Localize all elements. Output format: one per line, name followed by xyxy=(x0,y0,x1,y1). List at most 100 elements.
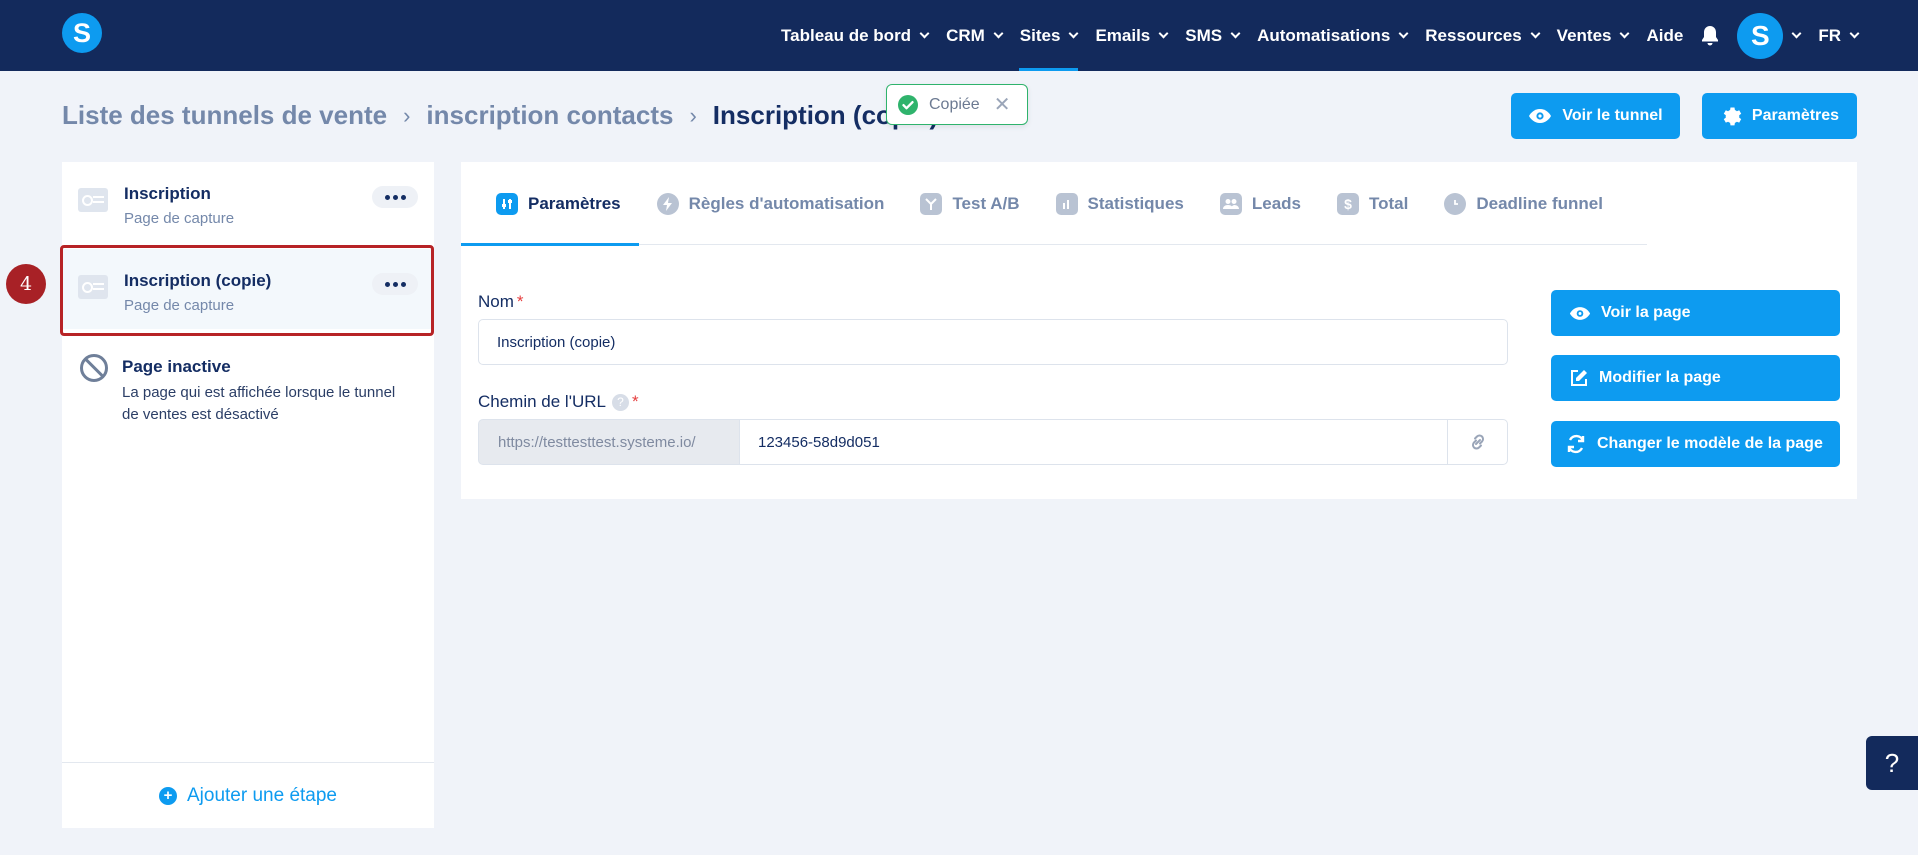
url-path-input[interactable]: 123456-58d9d051 xyxy=(740,419,1449,465)
tab-settings[interactable]: Paramètres xyxy=(461,162,639,246)
dollar-icon: $ xyxy=(1337,192,1359,215)
nav-item-sales[interactable]: Ventes xyxy=(1548,0,1638,71)
chevron-right-icon: › xyxy=(689,102,697,128)
name-label-text: Nom xyxy=(478,292,514,311)
button-label: Voir le tunnel xyxy=(1562,107,1663,124)
users-icon xyxy=(1219,192,1242,215)
refresh-icon xyxy=(1567,434,1585,454)
tab-label: Règles d'automatisation xyxy=(688,193,885,213)
bell-icon[interactable] xyxy=(1692,0,1728,71)
name-input[interactable]: Inscription (copie) xyxy=(478,319,1508,365)
edit-icon xyxy=(1571,370,1587,386)
prohibited-icon xyxy=(80,354,108,382)
nav-item-resources[interactable]: Ressources xyxy=(1416,0,1547,71)
breadcrumb: Liste des tunnels de vente › inscription… xyxy=(62,100,938,131)
check-circle-icon xyxy=(898,94,918,115)
view-funnel-button[interactable]: Voir le tunnel xyxy=(1511,93,1680,139)
chevron-down-icon xyxy=(1230,28,1241,39)
step-type: Page de capture xyxy=(124,210,235,227)
more-options-button[interactable] xyxy=(372,186,418,208)
link-icon xyxy=(1471,434,1484,450)
avatar: S xyxy=(1737,12,1784,59)
nav-item-help[interactable]: Aide xyxy=(1637,0,1692,71)
tab-label: Test A/B xyxy=(952,193,1020,213)
name-label: Nom * xyxy=(478,292,524,312)
nav-label: SMS xyxy=(1185,25,1223,45)
help-icon[interactable]: ? xyxy=(611,394,629,412)
name-input-value: Inscription (copie) xyxy=(497,333,616,351)
button-label: Paramètres xyxy=(1751,107,1840,124)
tab-statistics[interactable]: Statistiques xyxy=(1038,162,1202,245)
nav-label: Automatisations xyxy=(1257,25,1391,45)
required-marker: * xyxy=(631,392,639,411)
url-path-label: Chemin de l'URL? * xyxy=(478,392,639,412)
nav-label: Aide xyxy=(1646,25,1684,45)
url-label-text: Chemin de l'URL xyxy=(478,392,606,411)
inactive-page-description: La page qui est affichée lorsque le tunn… xyxy=(122,384,396,423)
tab-total[interactable]: $ Total xyxy=(1319,162,1426,245)
tab-leads[interactable]: Leads xyxy=(1202,162,1319,245)
nav-item-emails[interactable]: Emails xyxy=(1086,0,1176,71)
tab-label: Deadline funnel xyxy=(1476,193,1603,213)
breadcrumb-funnel[interactable]: inscription contacts xyxy=(426,100,673,131)
edit-page-button[interactable]: Modifier la page xyxy=(1551,355,1840,401)
add-step-label: Ajouter une étape xyxy=(186,784,337,806)
help-floating-button[interactable]: ? xyxy=(1866,736,1918,790)
chevron-right-icon: › xyxy=(403,102,411,128)
toast-message: Copiée xyxy=(929,95,980,113)
url-path-value: 123456-58d9d051 xyxy=(758,433,880,451)
tab-automation-rules[interactable]: Règles d'automatisation xyxy=(639,162,903,245)
nav-label: Sites xyxy=(1019,25,1061,45)
user-menu[interactable]: S xyxy=(1728,12,1809,59)
inactive-page-title[interactable]: Page inactive xyxy=(122,357,231,377)
sliders-icon xyxy=(496,192,518,215)
chevron-down-icon xyxy=(919,28,930,39)
clock-icon xyxy=(1444,192,1467,215)
chevron-down-icon xyxy=(1791,28,1802,39)
step-settings-panel: Paramètres Règles d'automatisation Test … xyxy=(461,162,1857,499)
view-page-button[interactable]: Voir la page xyxy=(1551,290,1840,336)
copy-link-button[interactable] xyxy=(1447,419,1508,465)
page-card-icon xyxy=(78,188,108,212)
nav-label: Tableau de bord xyxy=(781,25,912,45)
nav-item-sites[interactable]: Sites xyxy=(1011,0,1087,71)
top-navbar: S Tableau de bord CRM Sites Emails SMS A… xyxy=(0,0,1918,71)
nav-item-dashboard[interactable]: Tableau de bord xyxy=(772,0,937,71)
chevron-down-icon xyxy=(1158,28,1169,39)
help-fab-label: ? xyxy=(1884,747,1900,778)
main-nav: Tableau de bord CRM Sites Emails SMS Aut… xyxy=(772,0,1918,71)
tab-label: Paramètres xyxy=(528,193,621,213)
tab-ab-test[interactable]: Test A/B xyxy=(902,162,1037,245)
systeme-logo[interactable]: S xyxy=(62,13,102,53)
language-selector[interactable]: FR xyxy=(1809,0,1918,71)
gear-icon xyxy=(1723,107,1742,126)
eye-icon xyxy=(1529,109,1552,123)
nav-item-sms[interactable]: SMS xyxy=(1176,0,1248,71)
button-label: Changer le modèle de la page xyxy=(1597,435,1823,452)
tab-label: Leads xyxy=(1251,193,1301,213)
chevron-down-icon xyxy=(1398,28,1409,39)
nav-item-crm[interactable]: CRM xyxy=(937,0,1011,71)
funnel-step[interactable]: Inscription Page de capture xyxy=(62,162,434,242)
tab-label: Total xyxy=(1369,193,1409,213)
split-icon xyxy=(920,192,943,215)
tab-bar: Paramètres Règles d'automatisation Test … xyxy=(461,162,1647,246)
button-label: Voir la page xyxy=(1601,304,1691,321)
url-prefix-text: https://testtesttest.systeme.io/ xyxy=(498,433,696,451)
button-label: Modifier la page xyxy=(1599,369,1721,386)
close-icon[interactable]: ✕ xyxy=(994,95,1011,115)
annotation-step-number: 4 xyxy=(6,264,46,304)
nav-item-automations[interactable]: Automatisations xyxy=(1248,0,1416,71)
add-step-button[interactable]: + Ajouter une étape xyxy=(62,762,434,828)
eye-icon xyxy=(1569,306,1591,320)
settings-button[interactable]: Paramètres xyxy=(1702,93,1857,139)
tab-deadline-funnel[interactable]: Deadline funnel xyxy=(1426,162,1621,245)
change-template-button[interactable]: Changer le modèle de la page xyxy=(1551,421,1840,467)
toast-notification: Copiée ✕ xyxy=(886,84,1028,125)
breadcrumb-funnel-list[interactable]: Liste des tunnels de vente xyxy=(62,100,387,131)
chevron-down-icon xyxy=(993,28,1004,39)
nav-label: CRM xyxy=(946,25,985,45)
nav-label: Emails xyxy=(1095,25,1151,45)
language-label: FR xyxy=(1818,25,1841,45)
chevron-down-icon xyxy=(1530,28,1541,39)
